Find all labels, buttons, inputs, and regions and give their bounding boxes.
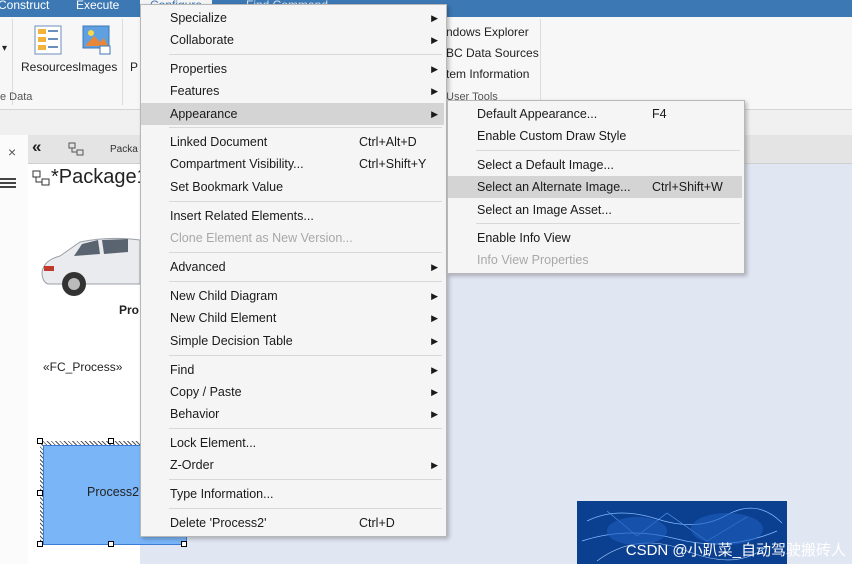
system-information-button[interactable]: tem Information — [446, 67, 529, 81]
images-button[interactable]: Images — [78, 60, 117, 74]
submenu-item-default-appearance[interactable]: Default Appearance... F4 — [448, 103, 742, 125]
menu-item-specialize[interactable]: Specialize ▶ — [141, 7, 444, 29]
group-label-data: e Data — [0, 91, 33, 103]
group-divider — [540, 19, 541, 105]
submenu-arrow-icon: ▶ — [431, 460, 438, 470]
submenu-arrow-icon: ▶ — [431, 365, 438, 375]
package-diagram-icon — [32, 170, 50, 186]
menu-item-features[interactable]: Features ▶ — [141, 80, 444, 102]
stereotype-label: «FC_Process» — [43, 360, 123, 374]
context-menu: Specialize ▶ Collaborate ▶ Properties ▶ Fea… — [140, 4, 447, 537]
submenu-item-custom-draw-style[interactable]: Enable Custom Draw Style — [448, 125, 742, 147]
resources-icon[interactable] — [34, 25, 62, 55]
process-name: Process2 — [87, 485, 140, 499]
car-element-label: Pro — [119, 303, 140, 317]
menu-item-compartment-visibility[interactable]: Compartment Visibility... Ctrl+Shift+Y — [141, 153, 444, 175]
menu-item-delete[interactable]: Delete 'Process2' Ctrl+D — [141, 512, 444, 534]
submenu-item-alternate-image[interactable]: Select an Alternate Image... Ctrl+Shift+W — [448, 176, 742, 198]
submenu-arrow-icon: ▶ — [431, 35, 438, 45]
menu-item-advanced[interactable]: Advanced ▶ — [141, 256, 444, 278]
tab-construct[interactable]: Construct — [0, 0, 49, 15]
menu-item-lock-element[interactable]: Lock Element... — [141, 432, 444, 454]
submenu-arrow-icon: ▶ — [431, 291, 438, 301]
menu-icon[interactable] — [0, 177, 17, 189]
menu-item-properties[interactable]: Properties ▶ — [141, 58, 444, 80]
resize-handle[interactable] — [37, 490, 43, 496]
appearance-submenu: Default Appearance... F4 Enable Custom Dr… — [447, 100, 745, 274]
menu-item-new-child-element[interactable]: New Child Element ▶ — [141, 307, 444, 329]
close-icon[interactable]: × — [8, 144, 16, 160]
resize-handle[interactable] — [181, 541, 187, 547]
odbc-data-sources-button[interactable]: BC Data Sources — [446, 46, 539, 60]
submenu-item-info-view-properties: Info View Properties — [477, 253, 589, 267]
submenu-item-default-image[interactable]: Select a Default Image... — [448, 154, 742, 176]
menu-item-behavior[interactable]: Behavior ▶ — [141, 403, 444, 425]
submenu-arrow-icon: ▶ — [431, 262, 438, 272]
menu-item-copy-paste[interactable]: Copy / Paste ▶ — [141, 381, 444, 403]
menu-item-insert-related[interactable]: Insert Related Elements... — [141, 205, 444, 227]
menu-item-collaborate[interactable]: Collaborate ▶ — [141, 29, 444, 51]
collapse-icon[interactable]: « — [32, 137, 41, 157]
menu-item-set-bookmark[interactable]: Set Bookmark Value — [141, 176, 444, 198]
dropdown-arrow-icon[interactable]: ▾ — [2, 43, 7, 54]
submenu-arrow-icon: ▶ — [431, 313, 438, 323]
resize-handle[interactable] — [37, 541, 43, 547]
resize-handle[interactable] — [108, 541, 114, 547]
tab-execute[interactable]: Execute — [76, 0, 119, 15]
resize-handle[interactable] — [37, 438, 43, 444]
diagram-title: *Package1 — [51, 166, 148, 188]
truncated-button[interactable]: P — [130, 60, 138, 74]
menu-item-find[interactable]: Find ▶ — [141, 359, 444, 381]
submenu-arrow-icon: ▶ — [431, 336, 438, 346]
diagram-tab-icon — [68, 142, 84, 156]
submenu-arrow-icon: ▶ — [431, 86, 438, 96]
resources-button[interactable]: Resources — [21, 60, 78, 74]
diagram-tab-label[interactable]: Packa — [110, 144, 138, 155]
menu-item-clone-element: Clone Element as New Version... — [170, 231, 353, 245]
menu-item-type-information[interactable]: Type Information... — [141, 483, 444, 505]
car-image[interactable] — [40, 232, 141, 300]
menu-item-z-order[interactable]: Z-Order ▶ — [141, 454, 444, 476]
menu-item-new-child-diagram[interactable]: New Child Diagram ▶ — [141, 285, 444, 307]
images-icon[interactable] — [82, 24, 112, 56]
resize-handle[interactable] — [108, 438, 114, 444]
submenu-item-image-asset[interactable]: Select an Image Asset... — [448, 199, 742, 221]
watermark-text: CSDN @小趴菜_自动驾驶搬砖人 — [625, 542, 846, 559]
submenu-arrow-icon: ▶ — [431, 109, 438, 119]
group-divider — [122, 19, 123, 105]
submenu-arrow-icon: ▶ — [431, 13, 438, 23]
submenu-arrow-icon: ▶ — [431, 64, 438, 74]
submenu-item-enable-info-view[interactable]: Enable Info View — [448, 227, 742, 249]
submenu-arrow-icon: ▶ — [431, 409, 438, 419]
windows-explorer-button[interactable]: ndows Explorer — [446, 25, 529, 39]
menu-item-simple-decision-table[interactable]: Simple Decision Table ▶ — [141, 330, 444, 352]
menu-item-linked-document[interactable]: Linked Document Ctrl+Alt+D — [141, 131, 444, 153]
submenu-arrow-icon: ▶ — [431, 387, 438, 397]
menu-item-appearance[interactable]: Appearance ▶ — [141, 103, 444, 125]
left-panel: × — [0, 135, 29, 564]
